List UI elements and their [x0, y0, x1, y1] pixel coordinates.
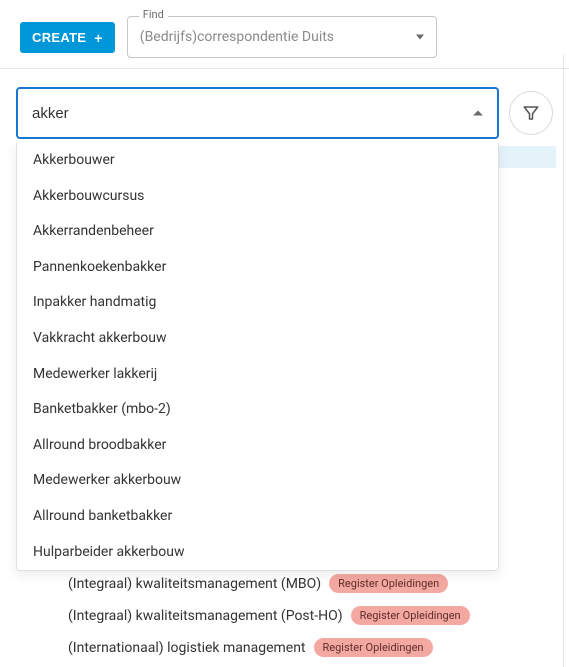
filter-icon	[522, 104, 540, 122]
right-gutter	[563, 54, 569, 667]
suggestion-item[interactable]: Akkerrandenbeheer	[17, 214, 498, 250]
suggestion-item[interactable]: Banketbakker (mbo-2)	[17, 392, 498, 428]
find-select-value: (Bedrijfs)correspondentie Duits	[140, 29, 334, 45]
list-item-title: (Internationaal) logistiek management	[68, 640, 306, 656]
register-badge: Register Opleidingen	[329, 574, 448, 593]
suggestion-item[interactable]: Inpakker handmatig	[17, 285, 498, 321]
suggestion-item[interactable]: Akkerbouwcursus	[17, 179, 498, 215]
create-button[interactable]: CREATE +	[20, 22, 115, 53]
suggestion-item[interactable]: Medewerker lakkerij	[17, 357, 498, 393]
list-item[interactable]: (Internationaal) logistiek management Reg…	[68, 638, 557, 657]
plus-icon: +	[94, 31, 102, 45]
chevron-up-icon	[473, 111, 483, 116]
create-label: CREATE	[32, 30, 86, 45]
suggestion-item[interactable]: Hulparbeider akkerbouw	[17, 535, 498, 571]
register-badge: Register Opleidingen	[351, 606, 470, 625]
find-field-label: Find	[139, 8, 168, 21]
list-item[interactable]: (Integraal) kwaliteitsmanagement (MBO) Re…	[68, 574, 557, 593]
suggestion-dropdown: AkkerbouwerAkkerbouwcursusAkkerrandenbeh…	[16, 143, 499, 571]
suggestion-item[interactable]: Pannenkoekenbakker	[17, 250, 498, 286]
filter-button[interactable]	[509, 91, 553, 135]
suggestion-item[interactable]: Vakkracht akkerbouw	[17, 321, 498, 357]
find-select[interactable]: (Bedrijfs)correspondentie Duits	[127, 16, 437, 58]
list-item-title: (Integraal) kwaliteitsmanagement (MBO)	[68, 576, 321, 592]
suggestion-item[interactable]: Akkerbouwer	[17, 143, 498, 179]
search-combo[interactable]	[16, 87, 499, 139]
suggestion-item[interactable]: Medewerker akkerbouw	[17, 463, 498, 499]
search-input[interactable]	[32, 105, 483, 122]
list-item[interactable]: (Integraal) kwaliteitsmanagement (Post-H…	[68, 606, 557, 625]
register-badge: Register Opleidingen	[314, 638, 433, 657]
list-item-title: (Integraal) kwaliteitsmanagement (Post-H…	[68, 608, 343, 624]
chevron-down-icon	[416, 35, 424, 40]
suggestion-item[interactable]: Allround banketbakker	[17, 499, 498, 535]
suggestion-item[interactable]: Allround broodbakker	[17, 428, 498, 464]
